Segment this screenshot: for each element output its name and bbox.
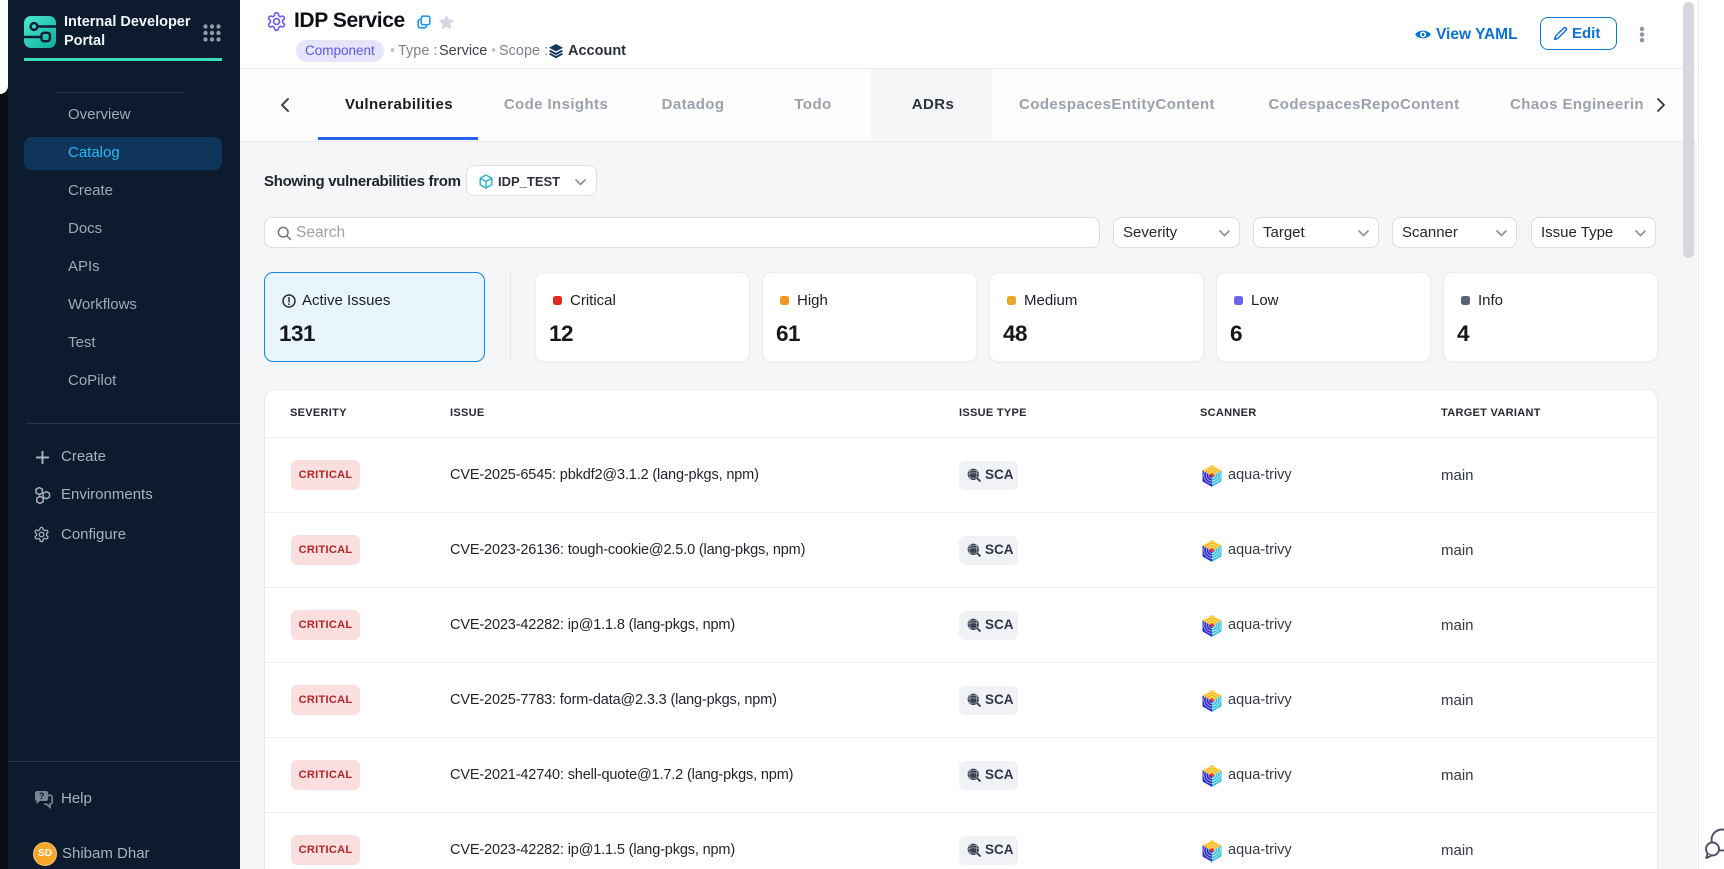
svg-text:?: ? <box>39 791 45 801</box>
